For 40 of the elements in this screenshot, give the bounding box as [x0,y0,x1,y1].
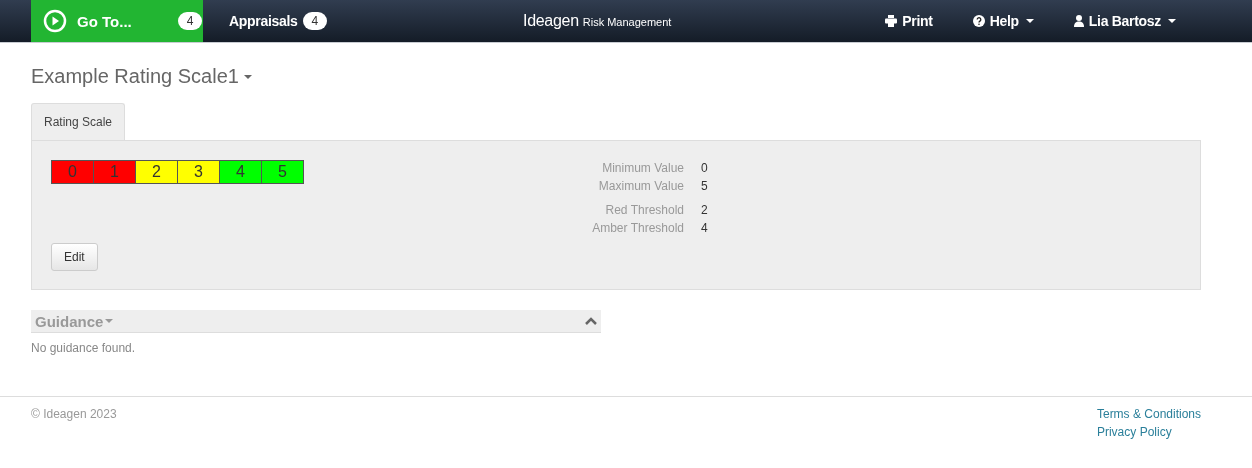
logo-product: Risk Management [582,16,672,28]
detail-label: Red Threshold [604,203,684,217]
caret-icon [105,319,114,323]
detail-label: Minimum Value [601,161,684,175]
help-icon [972,15,985,27]
chevron-up-icon[interactable] [585,317,597,325]
scale-cell: 1 [93,161,135,183]
count-badge: 4 [302,12,327,30]
play-icon [43,9,67,33]
page-title[interactable]: Example Rating Scale1 [31,65,1201,88]
appraisals-link[interactable]: Appraisals 4 [229,0,327,42]
printer-icon [885,15,898,27]
footer-link[interactable]: Privacy Policy [1096,425,1201,439]
detail-value: 4 [701,221,708,235]
detail-value: 2 [701,203,708,217]
copyright-text: © Ideagen 2023 [31,407,117,423]
guidance-title: Guidance [35,312,114,330]
footer-link[interactable]: Terms & Conditions [1096,407,1201,421]
guidance-empty-text: No guidance found. [31,341,137,355]
caret-icon [1025,19,1034,23]
user-menu[interactable]: Lia Bartosz [1073,0,1176,42]
tab[interactable]: Rating Scale [31,103,126,140]
scale-cell: 2 [135,161,177,183]
help-menu[interactable]: Help [972,0,1034,42]
detail-value: 5 [701,179,708,193]
scale-cell: 0 [52,161,93,183]
scale-cell: 5 [261,161,303,183]
detail-label: Maximum Value [597,179,684,193]
detail-label: Amber Threshold [591,221,684,235]
caret-icon [243,74,252,79]
count-badge: 4 [177,12,203,30]
logo-brand: Ideagen [523,12,579,30]
scale-cell: 4 [219,161,261,183]
detail-value: 0 [701,161,708,175]
go-to-button[interactable]: Go To... 4 [31,0,203,42]
edit-button[interactable]: Edit [51,243,98,271]
print-link[interactable]: Print [885,0,933,42]
scale-cell: 3 [177,161,219,183]
caret-icon [1168,19,1176,23]
user-icon [1073,15,1084,27]
